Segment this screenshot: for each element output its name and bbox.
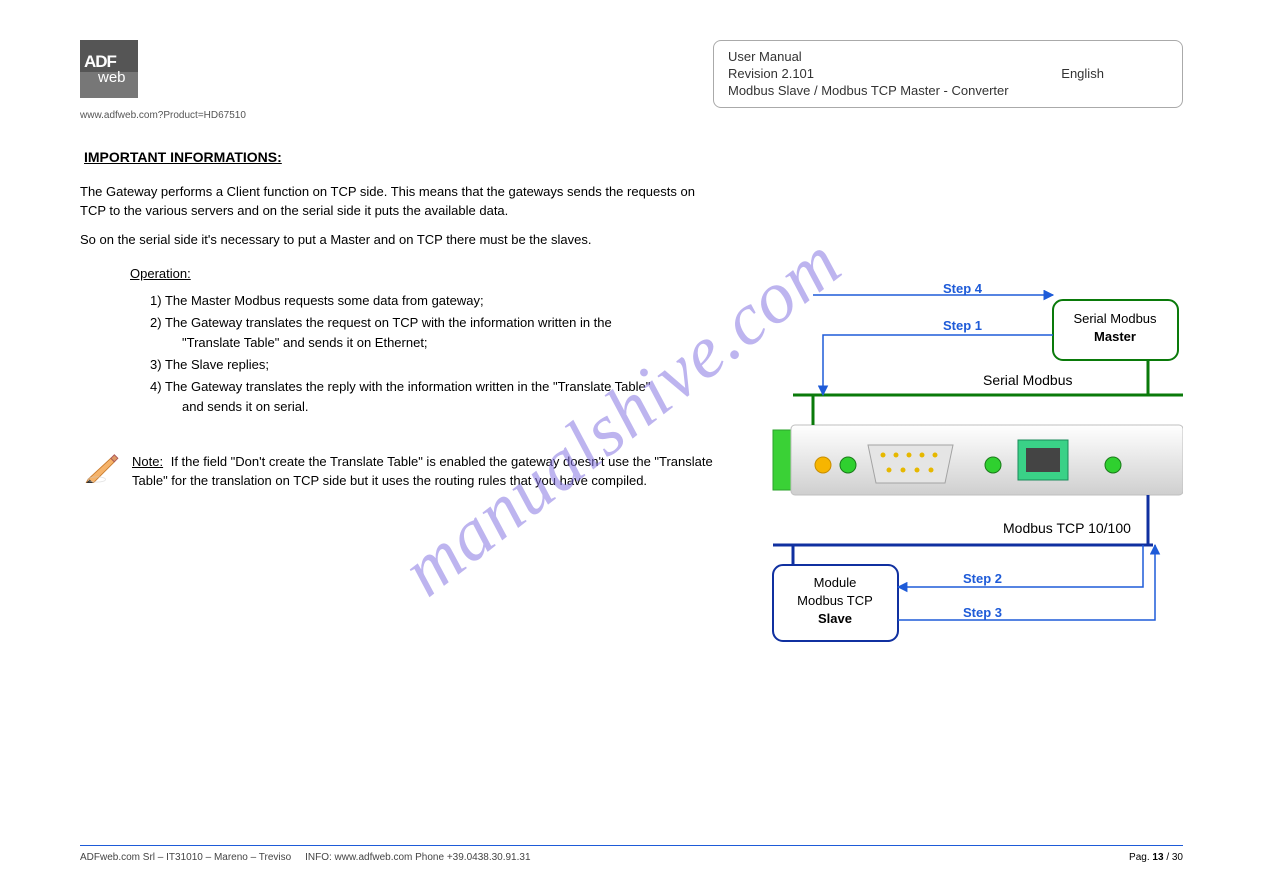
rev-number: 2.101 xyxy=(781,66,814,81)
operation-heading: Operation: xyxy=(130,266,723,281)
doc-language: English xyxy=(1061,66,1104,81)
svg-text:Module: Module xyxy=(814,575,857,590)
page-label: Pag. xyxy=(1129,852,1150,863)
page-number: 13 xyxy=(1152,852,1163,863)
document-header-box: User Manual Revision 2.101 English Modbu… xyxy=(713,40,1183,108)
svg-text:Slave: Slave xyxy=(818,611,852,626)
page-footer: ADFweb.com Srl – IT31010 – Mareno – Trev… xyxy=(80,845,1183,863)
list-item: 1) The Master Modbus requests some data … xyxy=(150,291,670,311)
svg-text:Step 1: Step 1 xyxy=(943,318,982,333)
brand-url: www.adfweb.com?Product=HD67510 xyxy=(80,110,1183,121)
footer-contact: INFO: www.adfweb.com Phone +39.0438.30.9… xyxy=(305,852,530,863)
note-block: Note: If the field "Don't create the Tra… xyxy=(84,453,723,491)
list-item: 3) The Slave replies; xyxy=(150,355,670,375)
svg-text:Modbus TCP: Modbus TCP xyxy=(797,593,873,608)
list-item: 4) The Gateway translates the reply with… xyxy=(150,377,670,417)
svg-text:Step 4: Step 4 xyxy=(943,281,983,296)
section-heading: IMPORTANT INFORMATIONS: xyxy=(84,149,723,165)
pen-note-icon xyxy=(84,453,120,486)
architecture-diagram: Serial Modbus Modbus TCP 10/100 Serial M… xyxy=(753,265,1183,698)
intro-paragraph-1: The Gateway performs a Client function o… xyxy=(80,183,700,221)
brand-logo: ADF web xyxy=(80,40,138,98)
note-label: Note: xyxy=(132,454,163,469)
doc-title: User Manual xyxy=(728,49,1168,64)
logo-line1: ADF xyxy=(84,53,134,70)
svg-text:Serial Modbus: Serial Modbus xyxy=(983,372,1073,388)
list-item: 2) The Gateway translates the request on… xyxy=(150,313,670,353)
svg-text:Serial Modbus: Serial Modbus xyxy=(1073,311,1157,326)
svg-text:Modbus TCP 10/100: Modbus TCP 10/100 xyxy=(1003,520,1131,536)
doc-subtitle: Modbus Slave / Modbus TCP Master - Conve… xyxy=(728,83,1168,98)
intro-paragraph-2: So on the serial side it's necessary to … xyxy=(80,231,700,250)
operation-steps: 1) The Master Modbus requests some data … xyxy=(150,291,670,418)
footer-address: ADFweb.com Srl – IT31010 – Mareno – Trev… xyxy=(80,852,291,863)
note-text: If the field "Don't create the Translate… xyxy=(132,454,713,488)
logo-line2: web xyxy=(98,70,134,85)
svg-text:Master: Master xyxy=(1094,329,1136,344)
rev-label: Revision xyxy=(728,66,778,81)
svg-text:Step 3: Step 3 xyxy=(963,605,1002,620)
svg-text:Step 2: Step 2 xyxy=(963,571,1002,586)
page-total: / 30 xyxy=(1166,852,1183,863)
